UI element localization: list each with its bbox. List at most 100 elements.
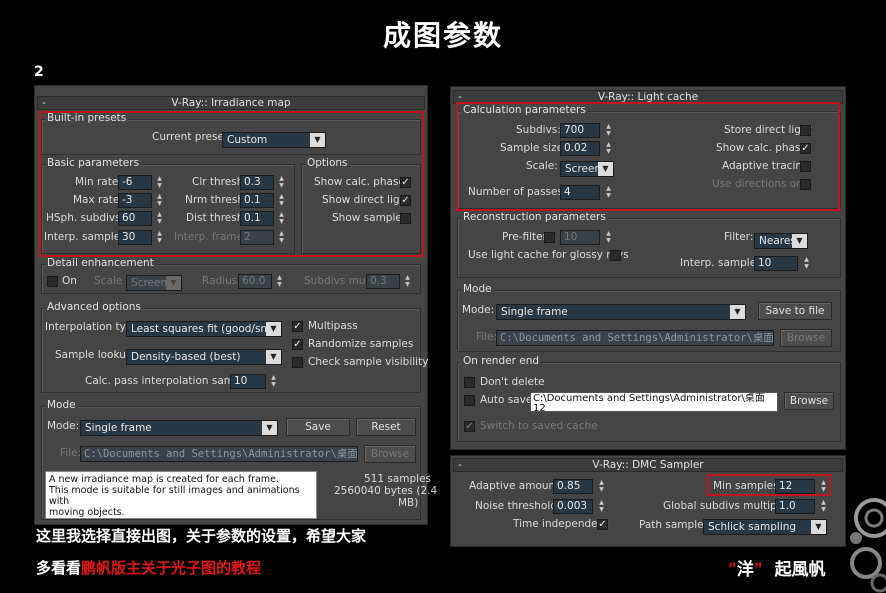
interp-samples-spinner[interactable]: 10: [754, 256, 798, 271]
multipass-label: Multipass: [308, 320, 358, 332]
group-title: On render end: [461, 355, 542, 367]
quote-mark: ": [728, 560, 737, 580]
sample-count: 511 samples: [364, 473, 432, 485]
noise-threshold-spinner[interactable]: 0.003: [553, 499, 593, 514]
page-number: 2: [34, 64, 44, 80]
detail-scale-dropdown[interactable]: Screen ▼: [126, 275, 182, 291]
filter-dropdown[interactable]: Nearest ▼: [754, 233, 808, 249]
auto-save-label: Auto save:: [480, 394, 536, 406]
chevron-down-icon: ▼: [730, 305, 745, 319]
calc-pass-spinner[interactable]: 10: [230, 374, 266, 389]
advanced-options-group: Advanced options Interpolation type: Lea…: [41, 301, 428, 393]
auto-save-path-field[interactable]: C:\Documents and Settings\Administrator\…: [530, 392, 778, 412]
spinner-arrows-icon[interactable]: ▲ ▼: [269, 374, 278, 389]
spinner-arrows-icon[interactable]: ▲ ▼: [597, 499, 606, 514]
caption-line-2: 多看看鹏帆版主关于光子图的教程: [36, 557, 261, 578]
detail-on-label: On: [62, 275, 77, 287]
decorative-swirl-icon: [850, 498, 886, 593]
spinner-arrows-icon[interactable]: ▲ ▼: [819, 499, 828, 514]
group-title: Mode: [461, 283, 494, 295]
group-title: Reconstruction parameters: [461, 211, 608, 223]
glossy-rays-checkbox[interactable]: [610, 250, 621, 261]
randomize-samples-checkbox[interactable]: ✓: [292, 339, 303, 350]
check-visibility-checkbox[interactable]: [292, 357, 303, 368]
filter-label: Filter:: [724, 231, 754, 243]
chevron-down-icon: ▼: [166, 276, 181, 290]
pre-filter-spinner[interactable]: 10: [560, 230, 600, 245]
caption-highlight: 鹏帆版主关于光子图的教程: [81, 559, 262, 577]
chevron-down-icon: ▼: [266, 350, 281, 364]
reset-button[interactable]: Reset: [356, 418, 416, 436]
chevron-down-icon: ▼: [266, 322, 281, 336]
signature-name: 洋: [736, 560, 754, 580]
irradiance-rollout-header[interactable]: - V-Ray:: Irradiance map: [37, 96, 425, 110]
light-cache-mode-dropdown[interactable]: Single frame ▼: [496, 304, 746, 320]
byte-count: 2560040 bytes (2.4: [334, 485, 438, 497]
detail-radius-label: Radius: [202, 275, 238, 287]
spinner-arrows-icon[interactable]: ▲ ▼: [275, 274, 284, 289]
highlight-box: [39, 111, 424, 257]
highlight-box: [707, 474, 831, 496]
file-label: File:: [476, 331, 498, 343]
group-title: Detail enhancement: [45, 257, 156, 269]
dmc-sampler-panel: - V-Ray:: DMC Sampler Adaptive amount: 0…: [450, 455, 846, 547]
chevron-down-icon: ▼: [262, 421, 277, 435]
browse-button[interactable]: Browse: [780, 329, 832, 347]
detail-on-checkbox[interactable]: [47, 276, 58, 287]
rollout-title: V-Ray:: DMC Sampler: [592, 459, 704, 471]
mb-count: MB): [398, 497, 419, 509]
subdivs-mult-spinner[interactable]: 0.3: [366, 274, 400, 289]
mode-label: Mode:: [462, 304, 495, 316]
collapse-icon[interactable]: -: [458, 459, 462, 471]
path-sampler-dropdown[interactable]: Schlick sampling ▼: [703, 519, 827, 535]
save-button[interactable]: Save: [286, 418, 350, 436]
mode-description-box: A new irradiance map is created for each…: [45, 471, 317, 519]
file-path-field[interactable]: C:\Documents and Settings\Administrator\…: [80, 446, 358, 462]
on-render-end-group: On render end Don't delete Auto save: C:…: [457, 355, 841, 442]
dmc-rollout-header[interactable]: - V-Ray:: DMC Sampler: [453, 458, 843, 472]
highlight-box: [456, 102, 840, 211]
save-to-file-button[interactable]: Save to file: [758, 302, 832, 320]
file-label: File:: [60, 447, 82, 459]
reconstruction-parameters-group: Reconstruction parameters Pre-filter: 10…: [457, 211, 841, 278]
description-line: A new irradiance map is created for each…: [49, 474, 280, 485]
sample-lookup-dropdown[interactable]: Density-based (best) ▼: [126, 349, 282, 365]
glossy-rays-label: Use light cache for glossy rays: [468, 249, 629, 261]
signature: "洋" 起風帆: [728, 555, 826, 580]
spinner-arrows-icon[interactable]: ▲ ▼: [802, 256, 811, 271]
collapse-icon[interactable]: -: [42, 97, 46, 109]
file-path-field[interactable]: C:\Documents and Settings\Administrator\…: [496, 330, 774, 346]
spinner-arrows-icon[interactable]: ▲ ▼: [597, 479, 606, 494]
quote-mark: ": [753, 560, 763, 580]
dont-delete-checkbox[interactable]: [464, 377, 475, 388]
spinner-arrows-icon[interactable]: ▲ ▼: [403, 274, 412, 289]
auto-save-path-text: 12: [533, 403, 546, 412]
group-title: Advanced options: [45, 301, 143, 313]
multipass-checkbox[interactable]: ✓: [292, 321, 303, 332]
switch-saved-cache-checkbox[interactable]: ✓: [464, 421, 475, 432]
caption-line-1: 这里我选择直接出图，关于参数的设置，希望大家: [36, 527, 367, 545]
dont-delete-label: Don't delete: [480, 376, 545, 388]
randomize-samples-label: Randomize samples: [308, 338, 414, 350]
detail-scale-label: Scale: [94, 275, 123, 287]
auto-save-checkbox[interactable]: [464, 395, 475, 406]
spinner-arrows-icon[interactable]: ▲ ▼: [604, 230, 613, 245]
detail-enhancement-group: Detail enhancement On Scale Screen ▼ Radi…: [41, 257, 421, 294]
rollout-title: V-Ray:: Irradiance map: [171, 97, 291, 109]
time-independent-checkbox[interactable]: ✓: [597, 519, 608, 530]
check-visibility-label: Check sample visibility: [308, 356, 429, 368]
irradiance-mode-dropdown[interactable]: Single frame ▼: [80, 420, 278, 436]
light-cache-mode-group: Mode Mode: Single frame ▼ Save to file Fi…: [457, 283, 841, 352]
description-line: This mode is suitable for still images a…: [49, 485, 300, 507]
adaptive-amount-label: Adaptive amount:: [469, 480, 563, 492]
browse-button[interactable]: Browse: [784, 392, 834, 410]
interpolation-type-dropdown[interactable]: Least squares fit (good/smooth ▼: [126, 321, 282, 337]
adaptive-amount-spinner[interactable]: 0.85: [553, 479, 593, 494]
interp-samples-label: Interp. samples:: [680, 257, 766, 269]
mode-label: Mode:: [47, 420, 80, 432]
pre-filter-checkbox[interactable]: [544, 232, 555, 243]
time-independent-label: Time independent: [513, 518, 609, 530]
detail-radius-spinner[interactable]: 60.0: [238, 274, 272, 289]
browse-button[interactable]: Browse: [364, 445, 416, 463]
global-subdivs-spinner[interactable]: 1.0: [775, 499, 815, 514]
